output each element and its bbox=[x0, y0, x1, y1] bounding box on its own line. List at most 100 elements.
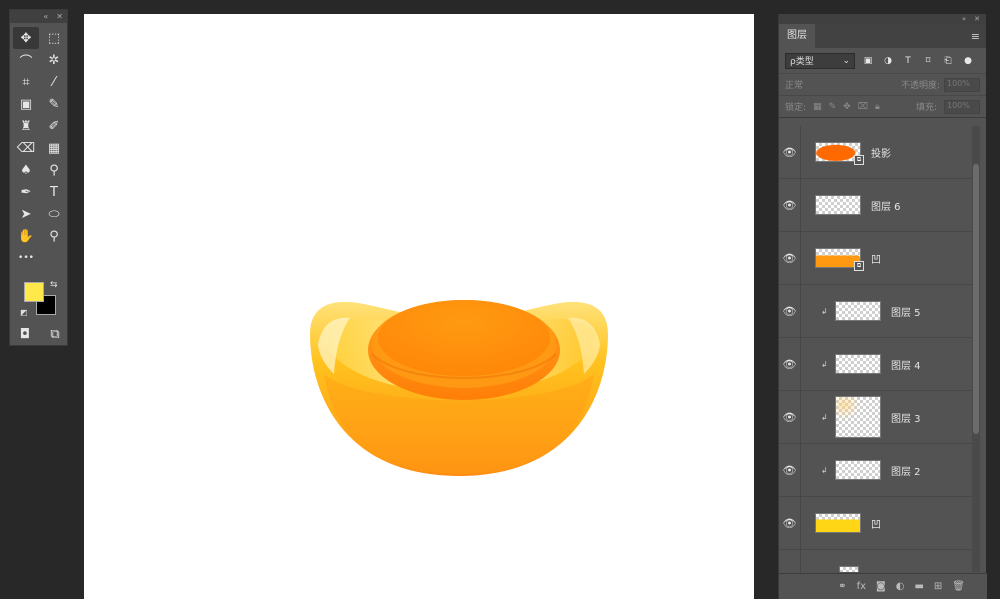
blend-mode-select[interactable]: 正常 bbox=[785, 78, 847, 91]
adjustment-layer-icon[interactable]: ◐ bbox=[896, 581, 905, 592]
tools-panel: « ✕ ✥ ⬚ ⌒ ✲ ⌗ ⁄ ▣ ✎ ♜ ✐ ⌫ ▦ ♠ ⚲ ✒ T ➤ ⬭ ✋ ⚲ ••• ⇆ ◩ ◘ ⧉ bbox=[9, 9, 68, 346]
kind-filter-select[interactable]: ρ类型 ⌄ bbox=[785, 52, 855, 69]
gradient-tool[interactable]: ▦ bbox=[41, 137, 67, 159]
zoom-tool[interactable]: ⚲ bbox=[41, 225, 67, 247]
swap-colors-icon[interactable]: ⇆ bbox=[50, 280, 58, 290]
shape-filter-icon[interactable]: ⌑ bbox=[921, 56, 935, 66]
link-layers-icon[interactable]: ⚭ bbox=[838, 581, 846, 592]
healing-brush-tool[interactable]: ▣ bbox=[13, 93, 39, 115]
layer-thumbnail bbox=[835, 396, 881, 438]
clipping-mask-icon: ↲ bbox=[821, 359, 828, 369]
new-layer-icon[interactable]: ⊞ bbox=[934, 581, 942, 592]
eyedropper-tool[interactable]: ⁄ bbox=[41, 71, 67, 93]
lock-position-icon[interactable]: ✥ bbox=[843, 102, 851, 112]
layer-row[interactable] bbox=[779, 550, 973, 572]
type-filter-icon[interactable]: T bbox=[901, 56, 915, 66]
layer-thumbnail bbox=[835, 460, 881, 480]
gold-ingot-artwork bbox=[310, 300, 608, 476]
lock-row: 锁定: ▦ ✎ ✥ ⌧ 🔒︎ 填充: 100% bbox=[779, 96, 986, 118]
layer-row[interactable]: 👁︎ ⧉ 凹 bbox=[779, 232, 973, 285]
screen-mode-icon[interactable]: ⧉ bbox=[46, 326, 64, 342]
visibility-eye-icon[interactable]: 👁︎ bbox=[779, 444, 801, 496]
layer-row[interactable]: 👁︎ ⧉ 投影 bbox=[779, 126, 973, 179]
lock-label: 锁定: bbox=[785, 103, 807, 113]
collapse-icon[interactable]: « bbox=[962, 15, 966, 23]
opacity-field[interactable]: 100% bbox=[944, 77, 980, 92]
layer-thumbnail bbox=[839, 566, 859, 572]
brush-tool[interactable]: ✎ bbox=[41, 93, 67, 115]
smart-object-icon: ⧉ bbox=[854, 261, 864, 271]
visibility-eye-icon[interactable]: 👁︎ bbox=[779, 126, 801, 178]
layer-row[interactable]: 👁︎ ↲ 图层 5 bbox=[779, 285, 973, 338]
visibility-eye-icon[interactable]: 👁︎ bbox=[779, 391, 801, 443]
more-tools[interactable]: ••• bbox=[13, 247, 39, 269]
collapse-icon[interactable]: « bbox=[43, 12, 48, 21]
blur-tool[interactable]: ♠ bbox=[13, 159, 39, 181]
photoshop-window: « ✕ ✥ ⬚ ⌒ ✲ ⌗ ⁄ ▣ ✎ ♜ ✐ ⌫ ▦ ♠ ⚲ ✒ T ➤ ⬭ ✋ ⚲ ••• ⇆ ◩ ◘ ⧉ bbox=[0, 0, 1000, 599]
dodge-tool[interactable]: ⚲ bbox=[41, 159, 67, 181]
layer-list: 👁︎ ⧉ 投影 👁︎ 图层 6 👁︎ ⧉ 凹 👁︎ ↲ 图层 5 👁︎ ↲ 图层 4 👁︎ ↲ 图层 3 👁︎ ↲ 图… bbox=[779, 126, 973, 572]
layers-tab-bar: 图层 ≡ bbox=[779, 24, 986, 48]
ellipse-tool[interactable]: ⬭ bbox=[41, 203, 67, 225]
pixel-filter-icon[interactable]: ▣ bbox=[861, 56, 875, 66]
layers-bottom-bar: ⚭ fx ◙ ◐ ▬ ⊞ 🗑︎ bbox=[779, 573, 987, 599]
layer-name: 凹 bbox=[871, 254, 881, 266]
layer-name: 图层 4 bbox=[891, 360, 921, 372]
adjustment-filter-icon[interactable]: ◑ bbox=[881, 56, 895, 66]
layer-row[interactable]: 👁︎ ↲ 图层 4 bbox=[779, 338, 973, 391]
tab-layers[interactable]: 图层 bbox=[779, 24, 815, 48]
layers-panel-header: « ✕ bbox=[779, 14, 986, 24]
layers-scrollbar[interactable] bbox=[972, 126, 980, 572]
visibility-eye-icon[interactable]: 👁︎ bbox=[779, 232, 801, 284]
clipping-mask-icon: ↲ bbox=[821, 412, 828, 422]
pen-tool[interactable]: ✒ bbox=[13, 181, 39, 203]
smart-object-filter-icon[interactable]: ⎗ bbox=[941, 56, 955, 66]
add-mask-icon[interactable]: ◙ bbox=[876, 581, 886, 592]
lock-artboard-icon[interactable]: ⌧ bbox=[858, 102, 868, 112]
eraser-tool[interactable]: ⌫ bbox=[13, 137, 39, 159]
layer-row[interactable]: 👁︎ ↲ 图层 2 bbox=[779, 444, 973, 497]
visibility-eye-icon[interactable]: 👁︎ bbox=[779, 338, 801, 390]
layer-row[interactable]: 👁︎ 凹 bbox=[779, 497, 973, 550]
close-icon[interactable]: ✕ bbox=[56, 12, 63, 21]
delete-layer-icon[interactable]: 🗑︎ bbox=[952, 581, 965, 592]
foreground-color-swatch[interactable] bbox=[24, 282, 44, 302]
document-canvas[interactable] bbox=[84, 14, 754, 599]
layer-thumbnail bbox=[815, 513, 861, 533]
filter-toggle-icon[interactable]: ● bbox=[961, 56, 975, 66]
visibility-eye-icon[interactable]: 👁︎ bbox=[779, 497, 801, 549]
clipping-mask-icon: ↲ bbox=[821, 306, 828, 316]
panel-menu-icon[interactable]: ≡ bbox=[971, 30, 980, 43]
layer-row[interactable]: 👁︎ 图层 6 bbox=[779, 179, 973, 232]
layer-name: 图层 5 bbox=[891, 307, 921, 319]
visibility-eye-icon[interactable]: 👁︎ bbox=[779, 179, 801, 231]
clone-stamp-tool[interactable]: ♜ bbox=[13, 115, 39, 137]
layer-name: 图层 3 bbox=[891, 413, 921, 425]
lock-all-icon[interactable]: 🔒︎ bbox=[875, 102, 880, 112]
new-group-icon[interactable]: ▬ bbox=[914, 581, 923, 592]
visibility-eye-icon[interactable] bbox=[779, 550, 801, 572]
path-selection-tool[interactable]: ➤ bbox=[13, 203, 39, 225]
lasso-tool[interactable]: ⌒ bbox=[13, 49, 39, 71]
layer-style-icon[interactable]: fx bbox=[857, 581, 866, 592]
close-icon[interactable]: ✕ bbox=[974, 15, 980, 23]
default-colors-icon[interactable]: ◩ bbox=[20, 308, 28, 317]
fill-field[interactable]: 100% bbox=[944, 99, 980, 114]
crop-tool[interactable]: ⌗ bbox=[13, 71, 39, 93]
lock-pixels-icon[interactable]: ✎ bbox=[829, 102, 837, 112]
layer-name: 投影 bbox=[871, 148, 891, 160]
layer-row[interactable]: 👁︎ ↲ 图层 3 bbox=[779, 391, 973, 444]
type-tool[interactable]: T bbox=[41, 181, 67, 203]
fill-label: 填充: bbox=[915, 103, 937, 113]
magic-wand-tool[interactable]: ✲ bbox=[41, 49, 67, 71]
layers-panel: « ✕ 图层 ≡ ρ类型 ⌄ ▣ ◑ T ⌑ ⎗ ● 正常 不透明度: 100% bbox=[778, 14, 987, 599]
lock-transparent-icon[interactable]: ▦ bbox=[813, 102, 822, 112]
hand-tool[interactable]: ✋ bbox=[13, 225, 39, 247]
tools-bottom: ◘ ⧉ bbox=[16, 326, 64, 342]
visibility-eye-icon[interactable]: 👁︎ bbox=[779, 285, 801, 337]
move-tool[interactable]: ✥ bbox=[13, 27, 39, 49]
marquee-tool[interactable]: ⬚ bbox=[41, 27, 67, 49]
clipping-mask-icon: ↲ bbox=[821, 465, 828, 475]
quick-mask-icon[interactable]: ◘ bbox=[16, 326, 34, 342]
history-brush-tool[interactable]: ✐ bbox=[41, 115, 67, 137]
